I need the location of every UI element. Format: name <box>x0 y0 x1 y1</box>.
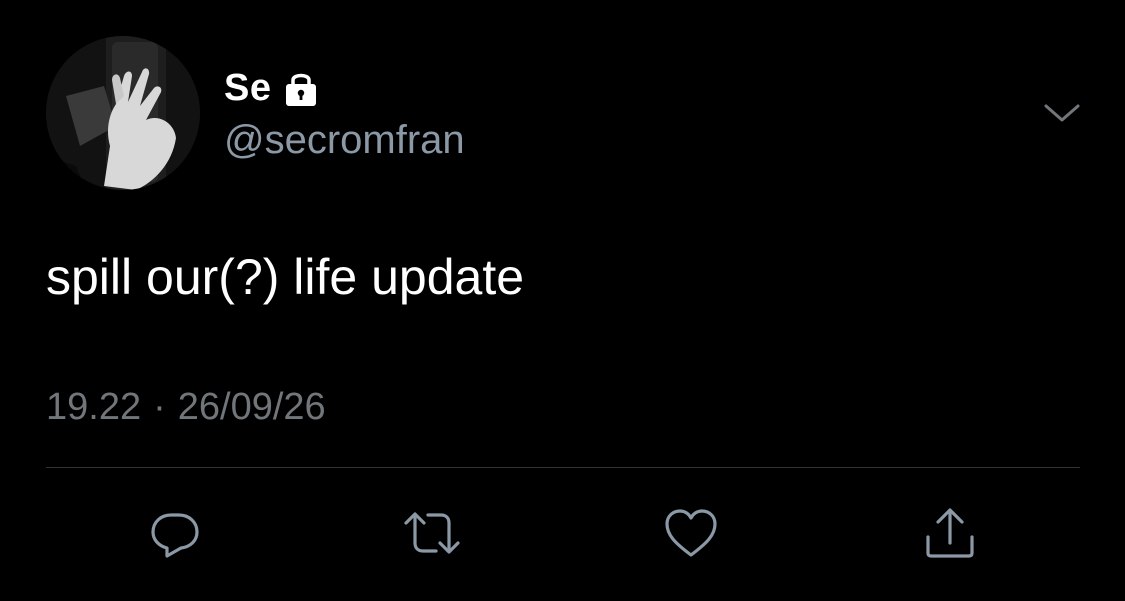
reply-button[interactable] <box>145 503 205 563</box>
tweet-time: 19.22 <box>46 386 142 428</box>
tweet-timestamp[interactable]: 19.22 · 26/09/26 <box>46 386 326 429</box>
tweet: Se @secromfran spill our(?) life update … <box>0 0 1125 601</box>
share-icon <box>926 508 974 558</box>
author-handle[interactable]: @secromfran <box>224 118 465 163</box>
avatar[interactable] <box>46 36 200 190</box>
retweet-button[interactable] <box>402 503 462 563</box>
avatar-photo <box>46 36 200 190</box>
tweet-text: spill our(?) life update <box>46 249 525 305</box>
reply-icon <box>151 513 199 558</box>
retweet-icon <box>404 512 460 554</box>
chevron-down-icon[interactable] <box>1040 96 1084 132</box>
display-name: Se <box>224 66 272 109</box>
heart-icon <box>665 509 717 557</box>
timestamp-separator: · <box>153 386 166 428</box>
lock-icon <box>281 68 321 108</box>
like-button[interactable] <box>661 503 721 563</box>
divider <box>46 467 1080 468</box>
tweet-date: 26/09/26 <box>177 386 326 428</box>
author-name-row[interactable]: Se <box>224 66 321 110</box>
share-button[interactable] <box>920 503 980 563</box>
